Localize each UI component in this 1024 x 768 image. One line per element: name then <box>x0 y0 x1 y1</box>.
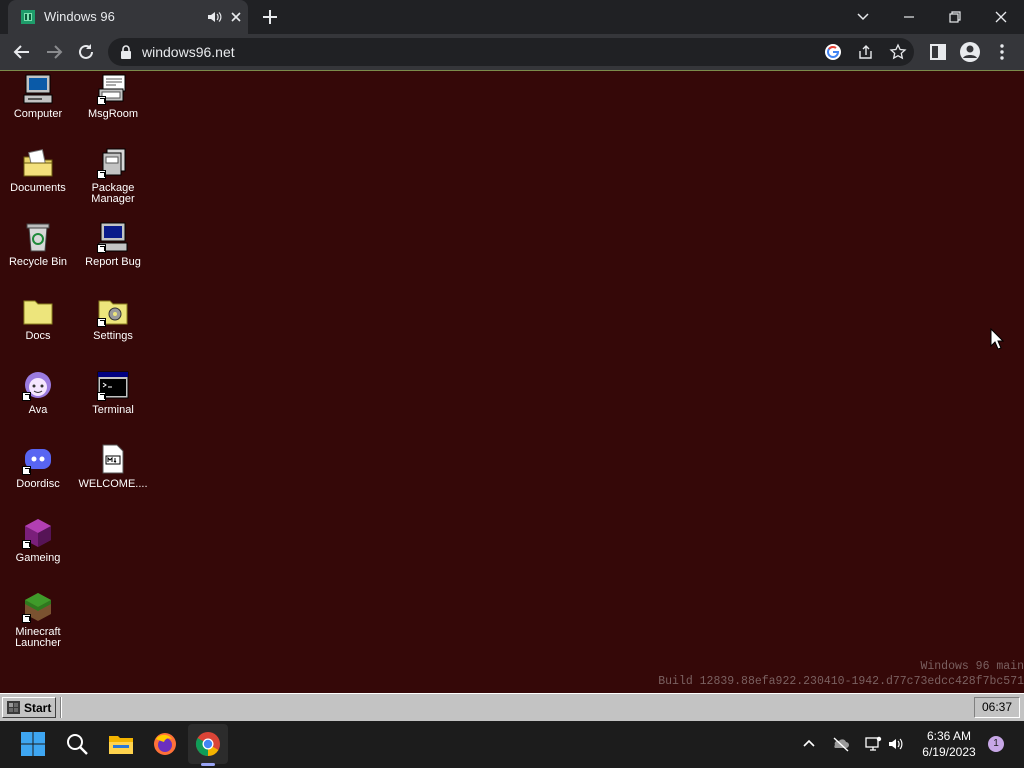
desktop-icon-recycle-bin[interactable]: Recycle Bin <box>1 221 75 268</box>
desktop-icon-label: Doordisc <box>16 478 60 490</box>
shortcut-arrow-icon <box>97 170 106 179</box>
shortcut-arrow-icon <box>22 392 31 401</box>
desktop-icon-package-manager[interactable]: Package Manager <box>76 147 150 205</box>
desktop-icon-documents[interactable]: Documents <box>1 147 75 194</box>
shortcut-arrow-icon <box>97 318 106 327</box>
url-text[interactable]: windows96.net <box>142 44 235 60</box>
shortcut-arrow-icon <box>22 466 31 475</box>
desktop-icon-doordisc[interactable]: Doordisc <box>1 443 75 490</box>
address-bar[interactable]: windows96.net <box>108 38 914 66</box>
start-button[interactable]: Start <box>2 697 56 718</box>
desktop-icon-settings[interactable]: Settings <box>76 295 150 342</box>
desktop-icon-label: Settings <box>93 330 133 342</box>
lock-icon[interactable] <box>118 44 134 60</box>
forward-icon[interactable] <box>42 40 66 64</box>
win96-desktop[interactable]: Computer Documents Recycle Bin Docs Ava … <box>0 71 1024 693</box>
computer-icon <box>23 74 53 104</box>
window-close-icon[interactable] <box>990 6 1012 28</box>
desktop-icon-computer[interactable]: Computer <box>1 73 75 120</box>
tab-audio-icon[interactable] <box>206 9 222 25</box>
desktop-icon-minecraft-launcher[interactable]: Minecraft Launcher <box>1 591 75 649</box>
shortcut-arrow-icon <box>22 540 31 549</box>
clock-date: 6/19/2023 <box>922 745 976 759</box>
folder-icon <box>23 300 53 325</box>
taskbar-separator <box>60 697 62 718</box>
back-icon[interactable] <box>10 40 34 64</box>
minimize-icon[interactable] <box>898 6 920 28</box>
desktop-icon-msgroom[interactable]: MsgRoom <box>76 73 150 120</box>
shortcut-arrow-icon <box>22 614 31 623</box>
windows-start-icon[interactable] <box>20 731 46 757</box>
google-icon[interactable] <box>824 43 842 61</box>
desktop-icon-label: Ava <box>28 404 48 416</box>
menu-dots-icon[interactable] <box>990 40 1014 64</box>
desktop-icon-label: Terminal <box>92 404 134 416</box>
win96-clock[interactable]: 06:37 <box>974 697 1020 718</box>
system-clock[interactable]: 6:36 AM 6/19/2023 <box>916 728 982 760</box>
desktop-icon-terminal[interactable]: Terminal <box>76 369 150 416</box>
desktop-icon-label: Computer <box>13 108 63 120</box>
side-panel-icon[interactable] <box>926 40 950 64</box>
tab-search-chevron-icon[interactable] <box>852 6 874 28</box>
firefox-icon[interactable] <box>152 731 178 757</box>
clock-time: 6:36 AM <box>926 729 972 743</box>
desktop-icon-label: Package Manager <box>91 182 135 205</box>
mouse-cursor-icon <box>990 328 1004 350</box>
windows96-favicon-icon <box>21 10 35 24</box>
markdown-file-icon <box>102 444 124 474</box>
bookmark-star-icon[interactable] <box>889 43 907 61</box>
volume-icon[interactable] <box>887 735 905 753</box>
onedrive-offline-icon[interactable] <box>832 735 850 753</box>
notification-badge[interactable]: 1 <box>988 736 1004 752</box>
active-app-indicator <box>201 763 215 766</box>
file-explorer-icon[interactable] <box>108 731 134 757</box>
build-watermark-line2: Build 12839.88efa922.230410-1942.d77c73e… <box>658 675 1024 688</box>
chrome-icon[interactable] <box>195 731 221 757</box>
tab-close-icon[interactable] <box>228 9 244 25</box>
build-watermark-line1: Windows 96 main <box>920 660 1024 673</box>
browser-toolbar: windows96.net <box>0 34 1024 70</box>
desktop-icon-label: Gameing <box>15 552 61 564</box>
tab-title: Windows 96 <box>44 9 115 24</box>
desktop-icon-label: Docs <box>25 330 51 342</box>
desktop-icon-label: MsgRoom <box>87 108 139 120</box>
desktop-icon-label: WELCOME.... <box>78 478 148 490</box>
desktop-icon-ava[interactable]: Ava <box>1 369 75 416</box>
search-icon[interactable] <box>64 731 90 757</box>
reload-icon[interactable] <box>74 40 98 64</box>
network-icon[interactable] <box>864 735 882 753</box>
windows-taskbar: 6:36 AM 6/19/2023 1 <box>0 721 1024 768</box>
share-icon[interactable] <box>857 43 875 61</box>
win96-logo-icon <box>7 701 20 714</box>
start-label: Start <box>24 701 52 715</box>
new-tab-icon[interactable] <box>260 7 280 27</box>
recycle-bin-icon <box>26 223 50 252</box>
show-hidden-icons-chevron-icon[interactable] <box>800 735 818 753</box>
desktop-icon-label: Recycle Bin <box>8 256 68 268</box>
documents-folder-icon <box>23 149 53 177</box>
shortcut-arrow-icon <box>97 392 106 401</box>
desktop-icon-report-bug[interactable]: Report Bug <box>76 221 150 268</box>
win96-taskbar: Start 06:37 <box>0 693 1024 721</box>
desktop-icon-label: Documents <box>10 182 66 194</box>
shortcut-arrow-icon <box>97 96 106 105</box>
restore-icon[interactable] <box>944 6 966 28</box>
desktop-icon-docs[interactable]: Docs <box>1 295 75 342</box>
profile-icon[interactable] <box>958 40 982 64</box>
desktop-icon-label: Report Bug <box>85 256 141 268</box>
desktop-icon-welcome-file[interactable]: WELCOME.... <box>76 443 150 490</box>
browser-tab-windows96[interactable]: Windows 96 <box>8 0 248 34</box>
desktop-icon-gameing[interactable]: Gameing <box>1 517 75 564</box>
shortcut-arrow-icon <box>97 244 106 253</box>
browser-tab-strip: Windows 96 <box>0 0 1024 34</box>
desktop-icon-label: Minecraft Launcher <box>15 626 61 649</box>
